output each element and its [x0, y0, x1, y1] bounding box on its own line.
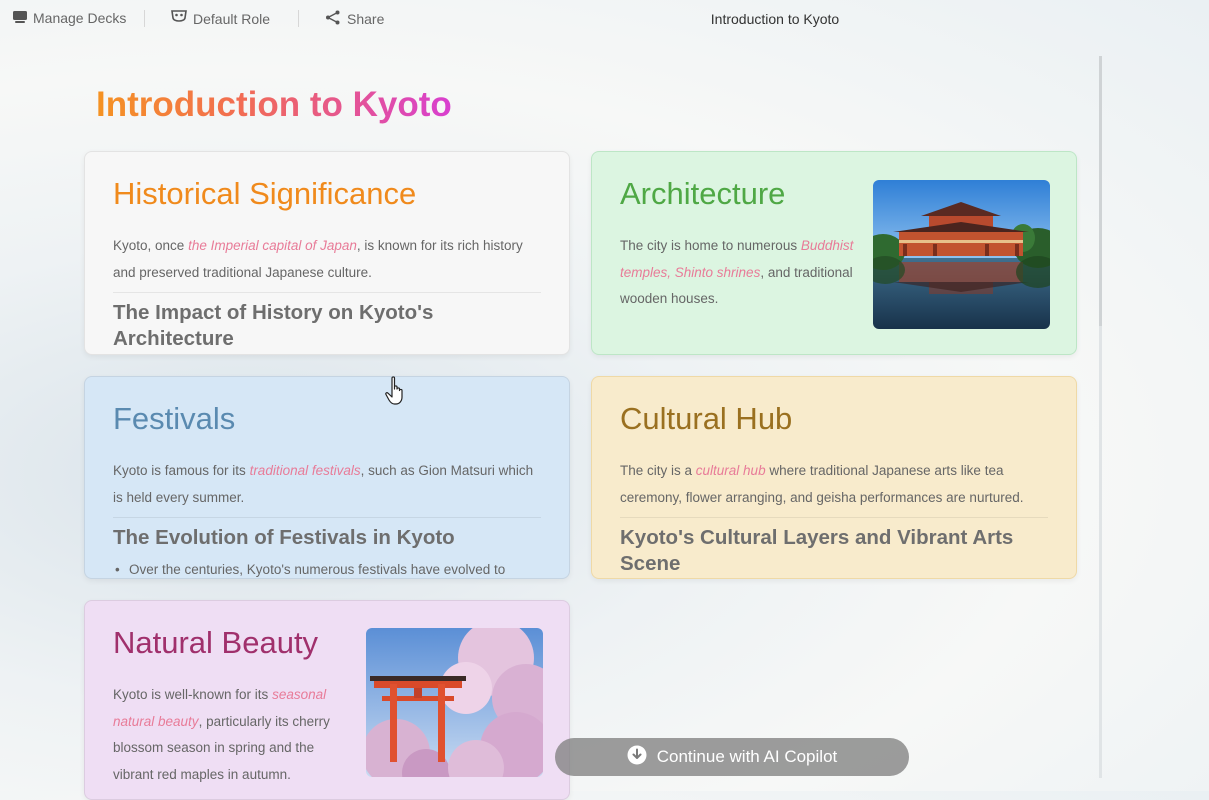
- body-text: Kyoto, once: [113, 238, 189, 253]
- bullet-item: • Over the centuries, Kyoto's numerous f…: [115, 562, 506, 577]
- page-title: Introduction to Kyoto: [96, 85, 452, 124]
- body-text: The city is a: [620, 463, 696, 478]
- share-button[interactable]: Share: [325, 10, 384, 28]
- card-body: The city is home to numerous Buddhist te…: [620, 233, 860, 313]
- toolbar-divider: [144, 10, 145, 27]
- card-title: Natural Beauty: [113, 625, 319, 660]
- download-circle-icon: [627, 745, 647, 770]
- toolbar-divider: [298, 10, 299, 27]
- default-role-button[interactable]: Default Role: [171, 10, 270, 27]
- divider: [113, 517, 541, 518]
- scrollbar[interactable]: [1099, 56, 1102, 778]
- highlight-text: the Imperial capital of Japan: [188, 238, 357, 253]
- body-text: Kyoto is well-known for its: [113, 687, 273, 702]
- card-body: Kyoto, once the Imperial capital of Japa…: [113, 233, 543, 286]
- default-role-label: Default Role: [193, 10, 271, 27]
- hand-cursor-icon: [384, 376, 408, 411]
- card-title: Cultural Hub: [620, 401, 793, 436]
- bullet-icon: •: [115, 562, 120, 577]
- divider: [113, 292, 541, 293]
- card-title: Architecture: [620, 176, 786, 211]
- card-subheading: Kyoto's Cultural Layers and Vibrant Arts…: [620, 526, 1014, 575]
- scrollbar-thumb[interactable]: [1099, 56, 1102, 326]
- card-body: Kyoto is well-known for its seasonal nat…: [113, 682, 349, 788]
- card-natural-beauty[interactable]: Natural Beauty Kyoto is well-known for i…: [84, 600, 570, 800]
- highlight-text: traditional festivals: [249, 463, 361, 478]
- manage-decks-label: Manage Decks: [33, 10, 127, 26]
- card-festivals[interactable]: Festivals Kyoto is famous for its tradit…: [84, 376, 570, 579]
- card-subheading: The Evolution of Festivals in Kyoto: [113, 526, 455, 549]
- card-title: Historical Significance: [113, 176, 417, 211]
- divider: [620, 517, 1048, 518]
- document-title: Introduction to Kyoto: [710, 11, 840, 27]
- manage-decks-button[interactable]: Manage Decks: [13, 10, 126, 26]
- body-text: Kyoto is famous for its: [113, 463, 250, 478]
- share-label: Share: [347, 11, 385, 27]
- copilot-label: Continue with AI Copilot: [656, 747, 838, 766]
- card-body: Kyoto is famous for its traditional fest…: [113, 458, 543, 511]
- card-subheading: The Impact of History on Kyoto's Archite…: [113, 301, 434, 350]
- body-text: The city is home to numerous: [620, 238, 801, 253]
- highlight-text: cultural hub: [695, 463, 766, 478]
- card-cultural-hub[interactable]: Cultural Hub The city is a cultural hub …: [591, 376, 1077, 579]
- card-architecture[interactable]: Architecture The city is home to numerou…: [591, 151, 1077, 355]
- bullet-text: Over the centuries, Kyoto's numerous fes…: [129, 562, 506, 577]
- deck-icon: [13, 10, 27, 26]
- cherry-blossom-torii-image: [366, 628, 543, 777]
- mask-icon: [171, 10, 187, 27]
- share-icon: [325, 10, 341, 28]
- top-toolbar: Manage Decks Default Role Share Introduc…: [0, 0, 1209, 40]
- card-title: Festivals: [113, 401, 236, 436]
- continue-with-ai-copilot-button[interactable]: Continue with AI Copilot: [555, 738, 909, 776]
- temple-image: [873, 180, 1050, 329]
- card-body: The city is a cultural hub where traditi…: [620, 458, 1060, 511]
- card-historical-significance[interactable]: Historical Significance Kyoto, once the …: [84, 151, 570, 355]
